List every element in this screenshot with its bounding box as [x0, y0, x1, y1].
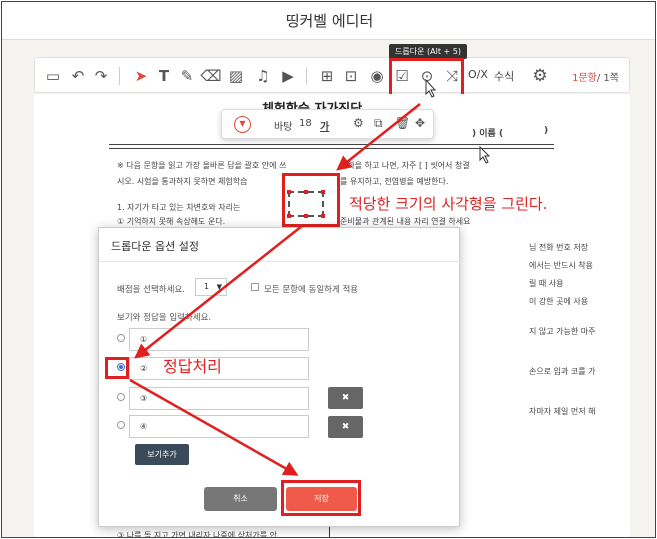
dropdown-shape[interactable] — [287, 190, 325, 218]
toolbar-divider — [119, 67, 120, 85]
option-radio-3[interactable] — [117, 393, 125, 401]
image-add-icon[interactable]: ▨ — [226, 66, 246, 86]
header-rule — [109, 144, 554, 145]
move-icon[interactable]: ✥ — [415, 116, 425, 130]
right-text: 자마자 제일 먼저 해 — [529, 407, 596, 416]
dropdown-options-dialog: 드롭다운 옵션 설정 배점을 선택하세요. 1 ▼ 모든 문항에 동일하게 적용 … — [98, 227, 461, 527]
right-text: 에서는 반드시 착용 — [529, 261, 593, 270]
highlight-save-button — [281, 480, 361, 516]
settings-icon[interactable]: ⚙ — [530, 66, 550, 86]
pointer-icon[interactable]: ➤ — [131, 66, 151, 86]
record-icon[interactable]: ◉ — [367, 66, 387, 86]
add-option-button[interactable]: 보기추가 — [135, 444, 189, 465]
question-1-choice: ① 기억하지 못해 속상해도 운다. — [117, 217, 226, 226]
bottom-text: ③ 나를 돌 지고 가면 내리자 나중에 상처가를 안 — [117, 531, 277, 538]
highlight-correct-radio — [105, 357, 129, 379]
delete-option-button[interactable]: ✖ — [328, 416, 363, 438]
options-label: 보기와 정답을 입력하세요. — [117, 313, 212, 323]
annotation-draw-shape: 적당한 크기의 사각형을 그린다. — [349, 195, 548, 213]
floating-format-bar: ▼ 바탕 18 가 ⚙ ⧉ 🗑 ✥ — [221, 109, 434, 139]
question-intro: ※ 다음 문항을 읽고 가장 올바른 답을 괄호 안에 쓰 — [117, 161, 287, 170]
name-field: ) 이름 ( — [472, 129, 504, 139]
delete-option-button[interactable]: ✖ — [328, 387, 363, 409]
pen-icon[interactable]: ✎ — [177, 66, 197, 86]
undo-icon[interactable]: ↶ — [68, 66, 88, 86]
chevron-down-icon: ▼ — [216, 283, 222, 291]
music-icon[interactable]: ♫ — [253, 66, 273, 86]
option-radio-4[interactable] — [117, 421, 125, 429]
option-radio-1[interactable] — [117, 334, 125, 342]
shape-icon[interactable]: ⊞ — [317, 66, 337, 86]
font-size-value[interactable]: 18 — [299, 118, 312, 129]
dialog-divider — [99, 261, 461, 262]
score-label: 배점을 선택하세요. — [117, 285, 185, 295]
right-text: 릴 때 사용 — [529, 279, 564, 288]
textbox-frame-icon[interactable]: ⊡ — [341, 66, 361, 86]
background-label[interactable]: 바탕 — [274, 118, 292, 133]
ox-button[interactable]: O/X — [468, 68, 488, 81]
eraser-icon[interactable]: ⌫ — [200, 66, 221, 86]
app-title: 띵커벨 에디터 — [2, 2, 655, 40]
right-text: 지 않고 가능한 마주 — [529, 327, 596, 336]
cancel-button[interactable]: 취소 — [204, 487, 277, 511]
right-text: 준비물과 관계된 내용 자리 연결 하세요 — [340, 217, 471, 226]
option-input-4[interactable]: ④ — [129, 415, 309, 438]
same-score-label: 모든 문항에 동일하게 적용 — [264, 285, 359, 295]
question-intro: 시오. 시험을 통과하지 못하면 체험학습 — [117, 177, 248, 186]
right-text: 이 강한 곳에 사용 — [529, 297, 589, 306]
header-rule — [109, 148, 554, 149]
toolbar-divider — [306, 67, 307, 85]
settings-icon[interactable]: ⚙ — [353, 116, 364, 130]
formula-button[interactable]: 수식 — [494, 68, 514, 84]
right-text: 손으로 입과 코를 가 — [529, 367, 596, 376]
name-field-close: ) — [544, 126, 549, 136]
dropdown-style-icon[interactable]: ▼ — [234, 116, 251, 133]
question-1: 1. 자기가 타고 있는 차변호와 자리는 — [117, 203, 241, 212]
redo-icon[interactable]: ↷ — [91, 66, 111, 86]
textbox-icon[interactable]: ▭ — [43, 66, 63, 86]
trash-icon[interactable]: 🗑 — [395, 116, 410, 130]
dialog-title: 드롭다운 옵션 설정 — [111, 240, 199, 253]
editor-window: 띵커벨 에디터 ▭ ↶ ↷ ➤ T ✎ ⌫ ▨ ♫ ▶ ⊞ ⊡ ◉ ☑ ⊙ ⤨ … — [1, 1, 656, 538]
text-icon[interactable]: T — [154, 66, 174, 86]
text-style-button[interactable]: 가 — [320, 118, 329, 133]
copy-icon[interactable]: ⧉ — [374, 116, 383, 131]
same-score-checkbox[interactable] — [251, 283, 259, 291]
score-select[interactable]: 1 ▼ — [195, 278, 227, 296]
right-text: 님 전화 번호 저장 — [529, 243, 589, 252]
right-text: 를 유지하고, 전염병을 예방한다. — [340, 177, 449, 186]
right-text: 재화을 하고 나면, 자주 [ ] 씻어서 청결 — [340, 161, 470, 170]
dropdown-tooltip: 드롭다운 (Alt + 5) — [389, 44, 467, 59]
page-indicator: 1문항/ 1쪽 — [572, 73, 619, 84]
video-icon[interactable]: ▶ — [278, 66, 298, 86]
editor-toolbar: ▭ ↶ ↷ ➤ T ✎ ⌫ ▨ ♫ ▶ ⊞ ⊡ ◉ ☑ ⊙ ⤨ O/X 수식 ⚙… — [34, 57, 630, 93]
option-input-1[interactable]: ① — [129, 328, 309, 351]
annotation-correct-answer: 정답처리 — [163, 357, 222, 376]
option-input-3[interactable]: ③ — [129, 387, 309, 410]
